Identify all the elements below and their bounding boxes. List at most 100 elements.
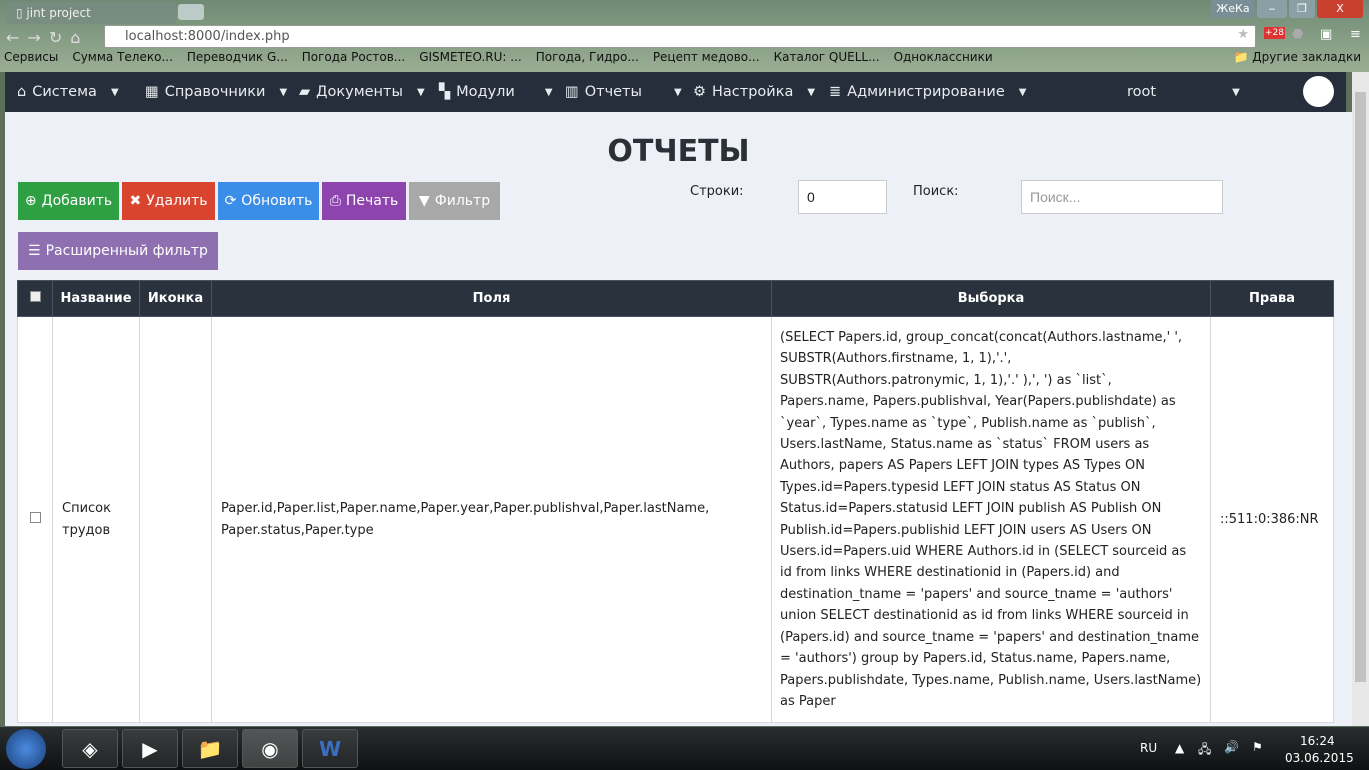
start-button[interactable]: [6, 729, 46, 769]
reports-table: Название Иконка Поля Выборка Права Списо…: [17, 280, 1334, 724]
refresh-button[interactable]: ⟳ Обновить: [218, 182, 319, 220]
browser-chrome: ▯ jint project ЖеКа ‒ ❐ X ←→↻⌂ localhost…: [0, 0, 1369, 72]
col-header-name[interactable]: Название: [52, 280, 140, 317]
user-menu[interactable]: root ▼: [1017, 84, 1247, 100]
reload-icon[interactable]: ↻: [49, 28, 70, 47]
caret-icon: ▼: [807, 86, 816, 98]
play-icon: ▶: [142, 736, 158, 761]
print-label: Печать: [345, 193, 399, 209]
select-all-checkbox-cell[interactable]: [17, 280, 53, 317]
user-badge[interactable]: ЖеКа: [1211, 0, 1255, 18]
nav-label: Справочники: [164, 84, 266, 100]
refresh-label: Обновить: [241, 193, 313, 209]
new-tab-button[interactable]: [178, 4, 204, 20]
row-checkbox[interactable]: [29, 511, 41, 523]
bookmark[interactable]: Сумма Телеко...: [72, 50, 173, 70]
tray-expand-icon[interactable]: ▲: [1175, 741, 1184, 755]
bookmark[interactable]: Рецепт медово...: [653, 50, 760, 70]
home-icon[interactable]: ⌂: [70, 28, 88, 47]
scrollbar[interactable]: [1352, 72, 1369, 726]
advanced-filter-label: Расширенный фильтр: [45, 243, 208, 259]
network-icon[interactable]: 🖧: [1198, 740, 1211, 761]
nav-buttons: ←→↻⌂: [6, 28, 88, 47]
close-button[interactable]: X: [1317, 0, 1363, 18]
col-header-icon[interactable]: Иконка: [139, 280, 212, 317]
forward-icon[interactable]: →: [27, 28, 48, 47]
clock-time[interactable]: 16:24: [1300, 734, 1335, 748]
search-input[interactable]: [1021, 180, 1223, 214]
nav-administrirovanie[interactable]: ≣ Администрирование ▼: [817, 84, 1026, 100]
taskbar-app-media[interactable]: ▶: [122, 729, 178, 768]
avatar[interactable]: [1303, 76, 1334, 107]
nav-label: Документы: [316, 84, 403, 100]
advanced-filter-button[interactable]: ☰ Расширенный фильтр: [18, 232, 218, 270]
nav-label: Администрирование: [847, 84, 1005, 100]
taskbar-app-virtualbox[interactable]: ◈: [62, 729, 118, 768]
filter-label: Фильтр: [434, 193, 491, 209]
caret-icon: ▼: [416, 86, 425, 98]
nav-otchety[interactable]: ▥ Отчеты ▼: [553, 84, 682, 100]
bookmark[interactable]: Одноклассники: [894, 50, 993, 70]
url-text: localhost:8000/index.php: [125, 29, 290, 44]
bookmark[interactable]: Переводчик G...: [187, 50, 288, 70]
nav-nastroika[interactable]: ⚙ Настройка ▼: [681, 84, 817, 100]
rows-input[interactable]: [798, 180, 887, 214]
volume-icon[interactable]: 🔊: [1224, 740, 1239, 754]
nav-sistema[interactable]: ⌂ Система ▼: [5, 84, 133, 100]
scrollbar-thumb[interactable]: [1355, 92, 1366, 682]
bookmark[interactable]: Сервисы: [4, 50, 58, 70]
plus-circle-icon: ⊕: [24, 193, 37, 209]
nav-dokumenty[interactable]: ▰ Документы ▼: [287, 84, 427, 100]
filter-button[interactable]: ▼ Фильтр: [409, 182, 500, 220]
language-indicator[interactable]: RU: [1140, 741, 1157, 755]
x-icon: ✖: [129, 193, 142, 209]
back-icon[interactable]: ←: [6, 28, 27, 47]
content-area: ОТЧЕТЫ ⊕ Добавить ✖ Удалить ⟳ Обновить ⎙ Печ…: [5, 112, 1352, 726]
star-icon[interactable]: ★: [1237, 27, 1249, 42]
col-header-query[interactable]: Выборка: [771, 280, 1211, 317]
cell-icon: [139, 315, 212, 724]
rows-label: Строки:: [690, 184, 744, 199]
main-navbar: ⌂ Система ▼ ▦ Справочники ▼ ▰ Документы ▼ ▚ Мод…: [5, 72, 1346, 112]
bookmark[interactable]: Погода Ростов...: [302, 50, 406, 70]
table-icon: ▦: [145, 84, 159, 100]
delete-button[interactable]: ✖ Удалить: [122, 182, 215, 220]
filter-icon: ▼: [418, 193, 430, 209]
bookmark[interactable]: Погода, Гидро...: [536, 50, 639, 70]
bookmark[interactable]: Каталог QUELL...: [774, 50, 880, 70]
col-header-rights[interactable]: Права: [1210, 280, 1334, 317]
menu-icon[interactable]: ≡: [1350, 27, 1361, 42]
bookmark[interactable]: GISMETEO.RU: ...: [419, 50, 522, 70]
extension-badge[interactable]: +28: [1264, 27, 1285, 39]
caret-icon: ▼: [110, 86, 119, 98]
other-bookmarks-label: Другие закладки: [1252, 50, 1361, 64]
taskbar-app-explorer[interactable]: 📁: [182, 729, 238, 768]
print-button[interactable]: ⎙ Печать: [322, 182, 406, 220]
taskbar-app-word[interactable]: W: [302, 729, 358, 768]
row-checkbox-cell[interactable]: [17, 315, 53, 724]
extension-icon[interactable]: ▣: [1320, 27, 1332, 42]
table-row[interactable]: Список трудов Paper.id,Paper.list,Paper.…: [17, 315, 1334, 724]
maximize-button[interactable]: ❐: [1289, 0, 1315, 18]
address-bar[interactable]: localhost:8000/index.php ★: [104, 25, 1256, 48]
minimize-button[interactable]: ‒: [1257, 0, 1287, 18]
user-name: root: [1127, 84, 1157, 100]
clock-date[interactable]: 03.06.2015: [1285, 751, 1354, 765]
other-bookmarks[interactable]: 📁 Другие закладки: [1233, 50, 1361, 64]
add-label: Добавить: [41, 193, 113, 209]
browser-tab[interactable]: ▯ jint project: [6, 2, 176, 24]
action-center-flag-icon[interactable]: ⚑: [1252, 740, 1263, 754]
search-label: Поиск:: [913, 184, 959, 199]
print-icon: ⎙: [329, 193, 341, 209]
home-icon: ⌂: [17, 84, 27, 100]
bar-chart-icon: ▥: [565, 84, 579, 100]
cell-fields: Paper.id,Paper.list,Paper.name,Paper.yea…: [211, 315, 772, 724]
select-all-checkbox[interactable]: [29, 291, 41, 302]
page-title: ОТЧЕТЫ: [607, 134, 750, 169]
adblock-icon[interactable]: ⬣: [1292, 27, 1303, 42]
col-header-fields[interactable]: Поля: [211, 280, 772, 317]
taskbar-app-chrome[interactable]: ◉: [242, 729, 298, 768]
add-button[interactable]: ⊕ Добавить: [18, 182, 119, 220]
nav-moduli[interactable]: ▚ Модули ▼: [427, 84, 553, 100]
nav-spravochniki[interactable]: ▦ Справочники ▼: [133, 84, 287, 100]
